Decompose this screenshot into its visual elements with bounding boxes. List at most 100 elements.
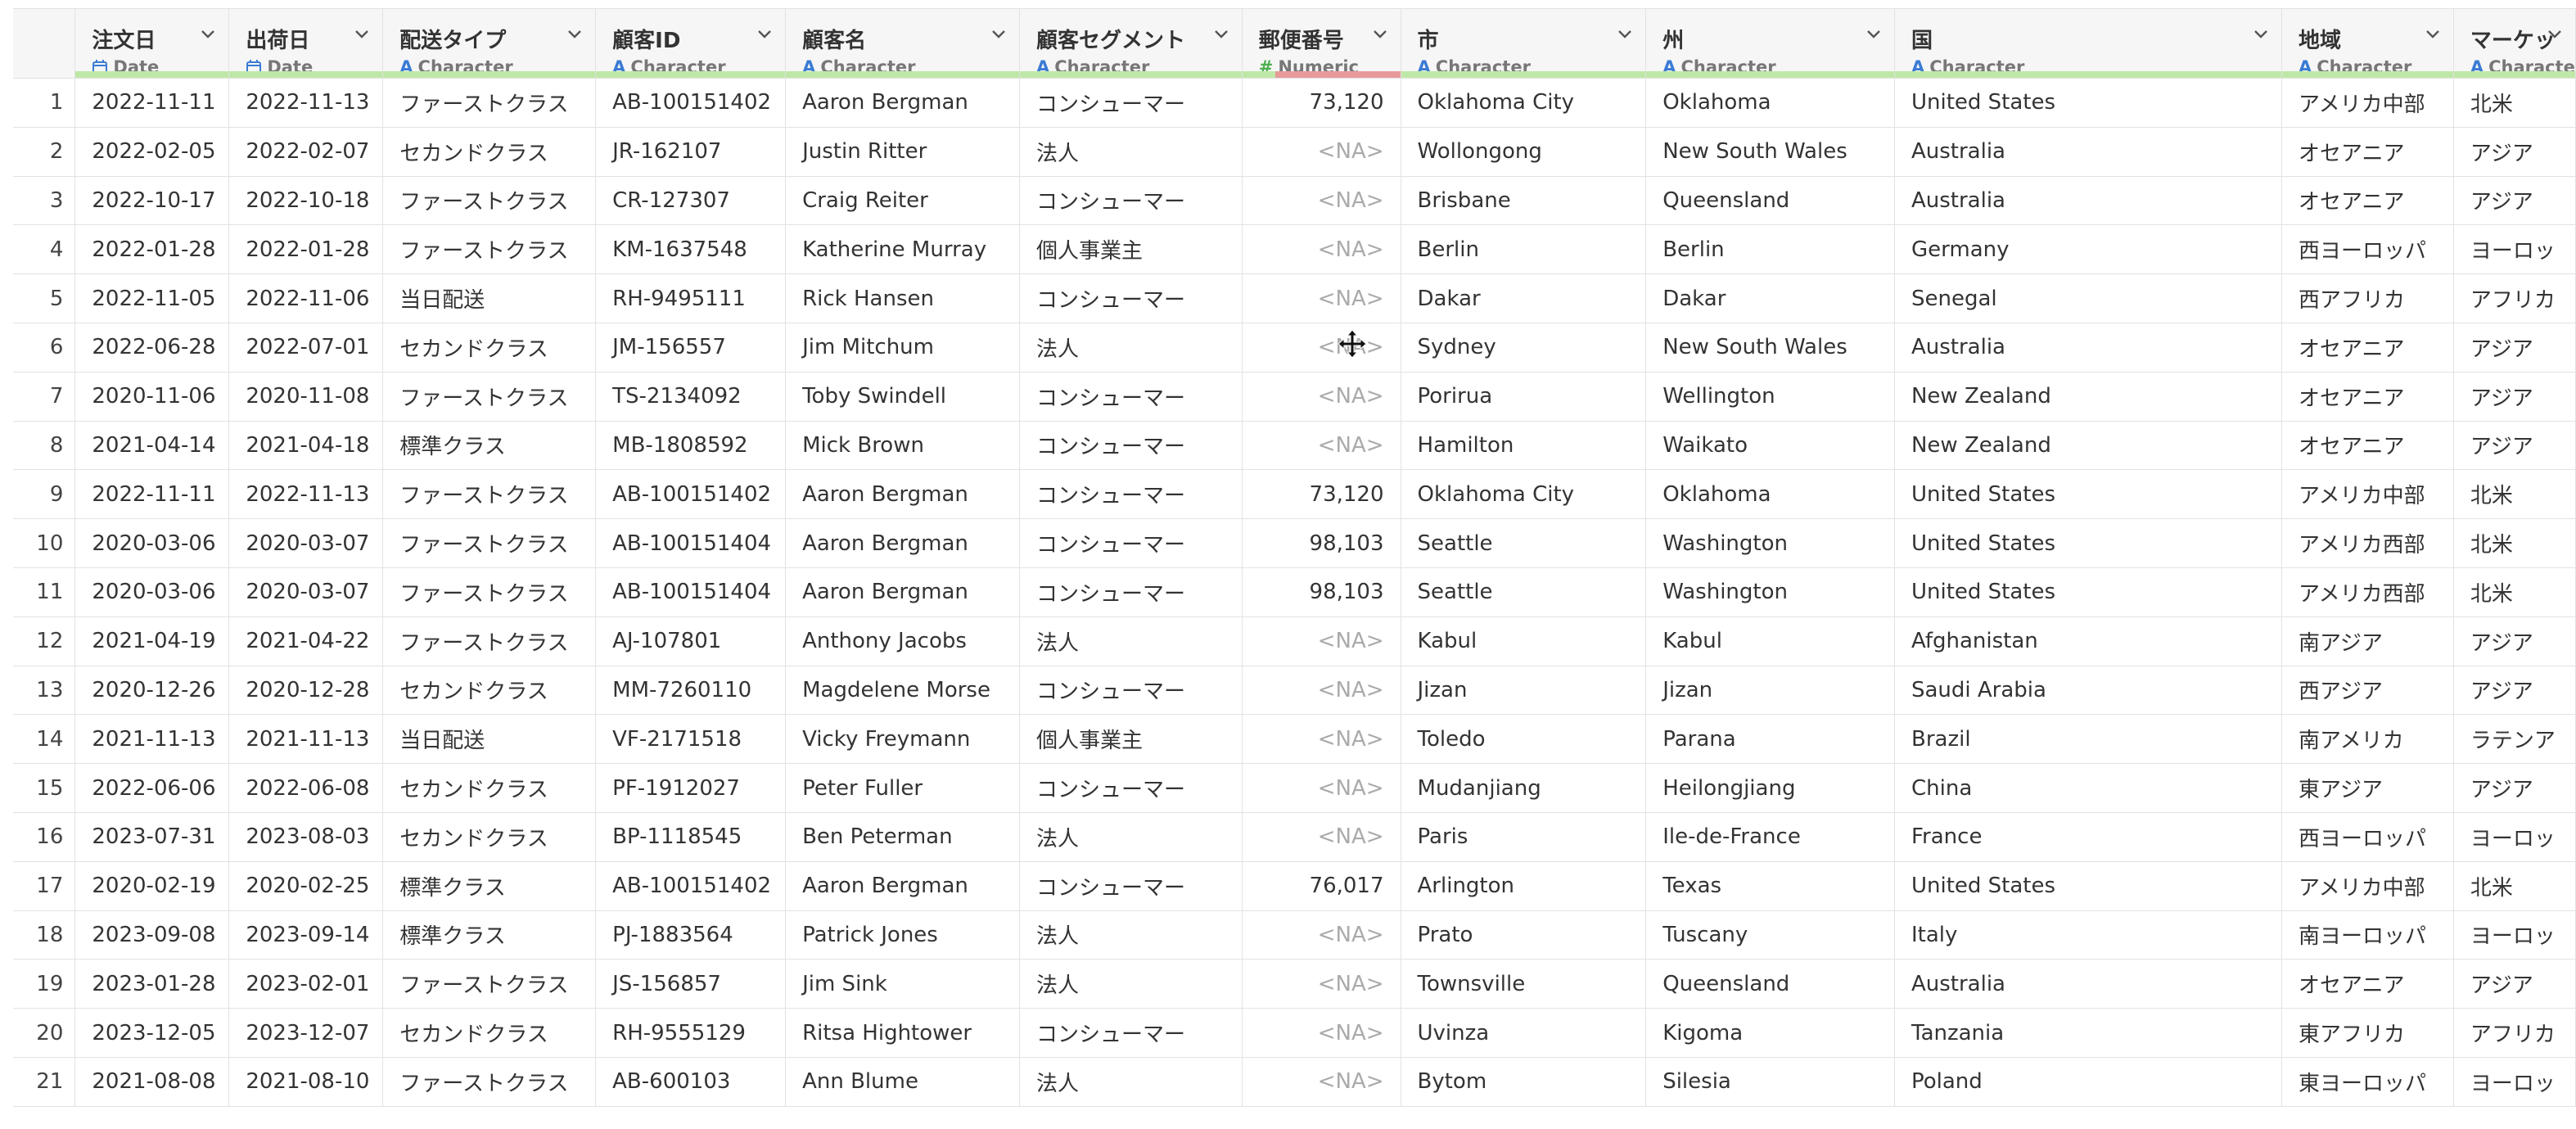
cell-postal-code[interactable]: <NA> — [1242, 1008, 1401, 1058]
cell-customer-segment[interactable]: 法人 — [1019, 616, 1243, 666]
cell-market[interactable]: ヨーロッ — [2453, 224, 2576, 275]
cell-customer-name[interactable]: Jim Mitchum — [785, 323, 1020, 373]
cell-customer-segment[interactable]: 法人 — [1019, 812, 1243, 862]
cell-country[interactable]: United States — [1894, 567, 2282, 617]
cell-customer-name[interactable]: Aaron Bergman — [785, 567, 1020, 617]
cell-country[interactable]: United States — [1894, 469, 2282, 520]
cell-market[interactable]: ヨーロッ — [2453, 910, 2576, 960]
cell-country[interactable]: China — [1894, 763, 2282, 813]
chevron-down-icon[interactable] — [2546, 25, 2564, 43]
cell-market[interactable]: 北米 — [2453, 861, 2576, 911]
column-header-postal-code[interactable]: 郵便番号 # Numeric — [1242, 8, 1401, 79]
cell-postal-code[interactable]: <NA> — [1242, 1057, 1401, 1107]
table-row[interactable]: 16 2023-07-31 2023-08-03 セカンドクラス BP-1118545 B… — [13, 812, 2576, 862]
cell-ship-date[interactable]: 2023-09-14 — [228, 910, 384, 960]
cell-country[interactable]: Germany — [1894, 224, 2282, 275]
cell-postal-code[interactable]: <NA> — [1242, 273, 1401, 323]
cell-country[interactable]: Australia — [1894, 959, 2282, 1009]
cell-shipping-type[interactable]: ファーストクラス — [382, 567, 597, 617]
cell-state[interactable]: Wellington — [1645, 372, 1895, 422]
table-row[interactable]: 21 2021-08-08 2021-08-10 ファーストクラス AB-600103 A… — [13, 1057, 2576, 1107]
cell-city[interactable]: Hamilton — [1401, 421, 1647, 471]
cell-city[interactable]: Seattle — [1401, 567, 1647, 617]
cell-postal-code[interactable]: 98,103 — [1242, 567, 1401, 617]
cell-ship-date[interactable]: 2021-04-18 — [228, 421, 384, 471]
cell-ship-date[interactable]: 2020-03-07 — [228, 518, 384, 568]
chevron-down-icon[interactable] — [1212, 25, 1230, 43]
cell-city[interactable]: Kabul — [1401, 616, 1647, 666]
table-row[interactable]: 1 2022-11-11 2022-11-13 ファーストクラス AB-10015140… — [13, 78, 2576, 128]
cell-shipping-type[interactable]: ファーストクラス — [382, 616, 597, 666]
column-header-customer-name[interactable]: 顧客名 A Character — [785, 8, 1020, 79]
cell-postal-code[interactable]: <NA> — [1242, 812, 1401, 862]
cell-customer-id[interactable]: KM-1637548 — [595, 224, 787, 275]
chevron-down-icon[interactable] — [1865, 25, 1883, 43]
cell-region[interactable]: オセアニア — [2281, 421, 2454, 471]
cell-market[interactable]: アジア — [2453, 176, 2576, 226]
cell-order-date[interactable]: 2023-12-05 — [74, 1008, 230, 1058]
cell-customer-name[interactable]: Magdelene Morse — [785, 666, 1020, 716]
cell-city[interactable]: Wollongong — [1401, 127, 1647, 177]
cell-order-date[interactable]: 2021-11-13 — [74, 714, 230, 765]
cell-postal-code[interactable]: <NA> — [1242, 372, 1401, 422]
cell-market[interactable]: アジア — [2453, 127, 2576, 177]
chevron-down-icon[interactable] — [2424, 25, 2442, 43]
cell-market[interactable]: アジア — [2453, 372, 2576, 422]
cell-customer-name[interactable]: Aaron Bergman — [785, 861, 1020, 911]
cell-shipping-type[interactable]: 標準クラス — [382, 910, 597, 960]
cell-ship-date[interactable]: 2021-04-22 — [228, 616, 384, 666]
cell-postal-code[interactable]: <NA> — [1242, 763, 1401, 813]
cell-country[interactable]: New Zealand — [1894, 421, 2282, 471]
cell-customer-id[interactable]: AB-100151402 — [595, 78, 787, 128]
chevron-down-icon[interactable] — [353, 25, 371, 43]
cell-country[interactable]: Senegal — [1894, 273, 2282, 323]
cell-customer-id[interactable]: JM-156557 — [595, 323, 787, 373]
cell-shipping-type[interactable]: ファーストクラス — [382, 518, 597, 568]
cell-country[interactable]: New Zealand — [1894, 372, 2282, 422]
cell-postal-code[interactable]: 98,103 — [1242, 518, 1401, 568]
cell-customer-segment[interactable]: コンシューマー — [1019, 372, 1243, 422]
cell-state[interactable]: Kabul — [1645, 616, 1895, 666]
cell-order-date[interactable]: 2020-03-06 — [74, 518, 230, 568]
cell-customer-id[interactable]: BP-1118545 — [595, 812, 787, 862]
cell-customer-segment[interactable]: コンシューマー — [1019, 567, 1243, 617]
cell-customer-name[interactable]: Ann Blume — [785, 1057, 1020, 1107]
cell-country[interactable]: United States — [1894, 78, 2282, 128]
cell-market[interactable]: アジア — [2453, 959, 2576, 1009]
cell-city[interactable]: Dakar — [1401, 273, 1647, 323]
cell-region[interactable]: オセアニア — [2281, 372, 2454, 422]
table-row[interactable]: 4 2022-01-28 2022-01-28 ファーストクラス KM-1637548 K… — [13, 224, 2576, 275]
cell-customer-name[interactable]: Patrick Jones — [785, 910, 1020, 960]
cell-customer-segment[interactable]: 法人 — [1019, 959, 1243, 1009]
cell-ship-date[interactable]: 2020-03-07 — [228, 567, 384, 617]
cell-market[interactable]: アフリカ — [2453, 1008, 2576, 1058]
cell-ship-date[interactable]: 2023-08-03 — [228, 812, 384, 862]
cell-order-date[interactable]: 2022-06-28 — [74, 323, 230, 373]
cell-order-date[interactable]: 2023-09-08 — [74, 910, 230, 960]
cell-ship-date[interactable]: 2021-11-13 — [228, 714, 384, 765]
table-row[interactable]: 7 2020-11-06 2020-11-08 ファーストクラス TS-2134092 T… — [13, 372, 2576, 422]
cell-country[interactable]: United States — [1894, 861, 2282, 911]
cell-postal-code[interactable]: <NA> — [1242, 224, 1401, 275]
cell-order-date[interactable]: 2021-04-14 — [74, 421, 230, 471]
cell-city[interactable]: Arlington — [1401, 861, 1647, 911]
cell-customer-segment[interactable]: コンシューマー — [1019, 518, 1243, 568]
cell-city[interactable]: Townsville — [1401, 959, 1647, 1009]
cell-region[interactable]: 西アジア — [2281, 666, 2454, 716]
column-header-customer-id[interactable]: 顧客ID A Character — [595, 8, 787, 79]
cell-shipping-type[interactable]: 標準クラス — [382, 421, 597, 471]
cell-customer-name[interactable]: Katherine Murray — [785, 224, 1020, 275]
cell-shipping-type[interactable]: 当日配送 — [382, 714, 597, 765]
cell-market[interactable]: アジア — [2453, 616, 2576, 666]
cell-region[interactable]: アメリカ中部 — [2281, 78, 2454, 128]
cell-order-date[interactable]: 2022-11-05 — [74, 273, 230, 323]
cell-ship-date[interactable]: 2022-02-07 — [228, 127, 384, 177]
cell-region[interactable]: オセアニア — [2281, 176, 2454, 226]
cell-state[interactable]: Ile-de-France — [1645, 812, 1895, 862]
cell-customer-name[interactable]: Rick Hansen — [785, 273, 1020, 323]
cell-customer-id[interactable]: VF-2171518 — [595, 714, 787, 765]
cell-country[interactable]: Australia — [1894, 323, 2282, 373]
cell-postal-code[interactable]: <NA> — [1242, 714, 1401, 765]
cell-shipping-type[interactable]: ファーストクラス — [382, 372, 597, 422]
cell-customer-segment[interactable]: コンシューマー — [1019, 469, 1243, 520]
